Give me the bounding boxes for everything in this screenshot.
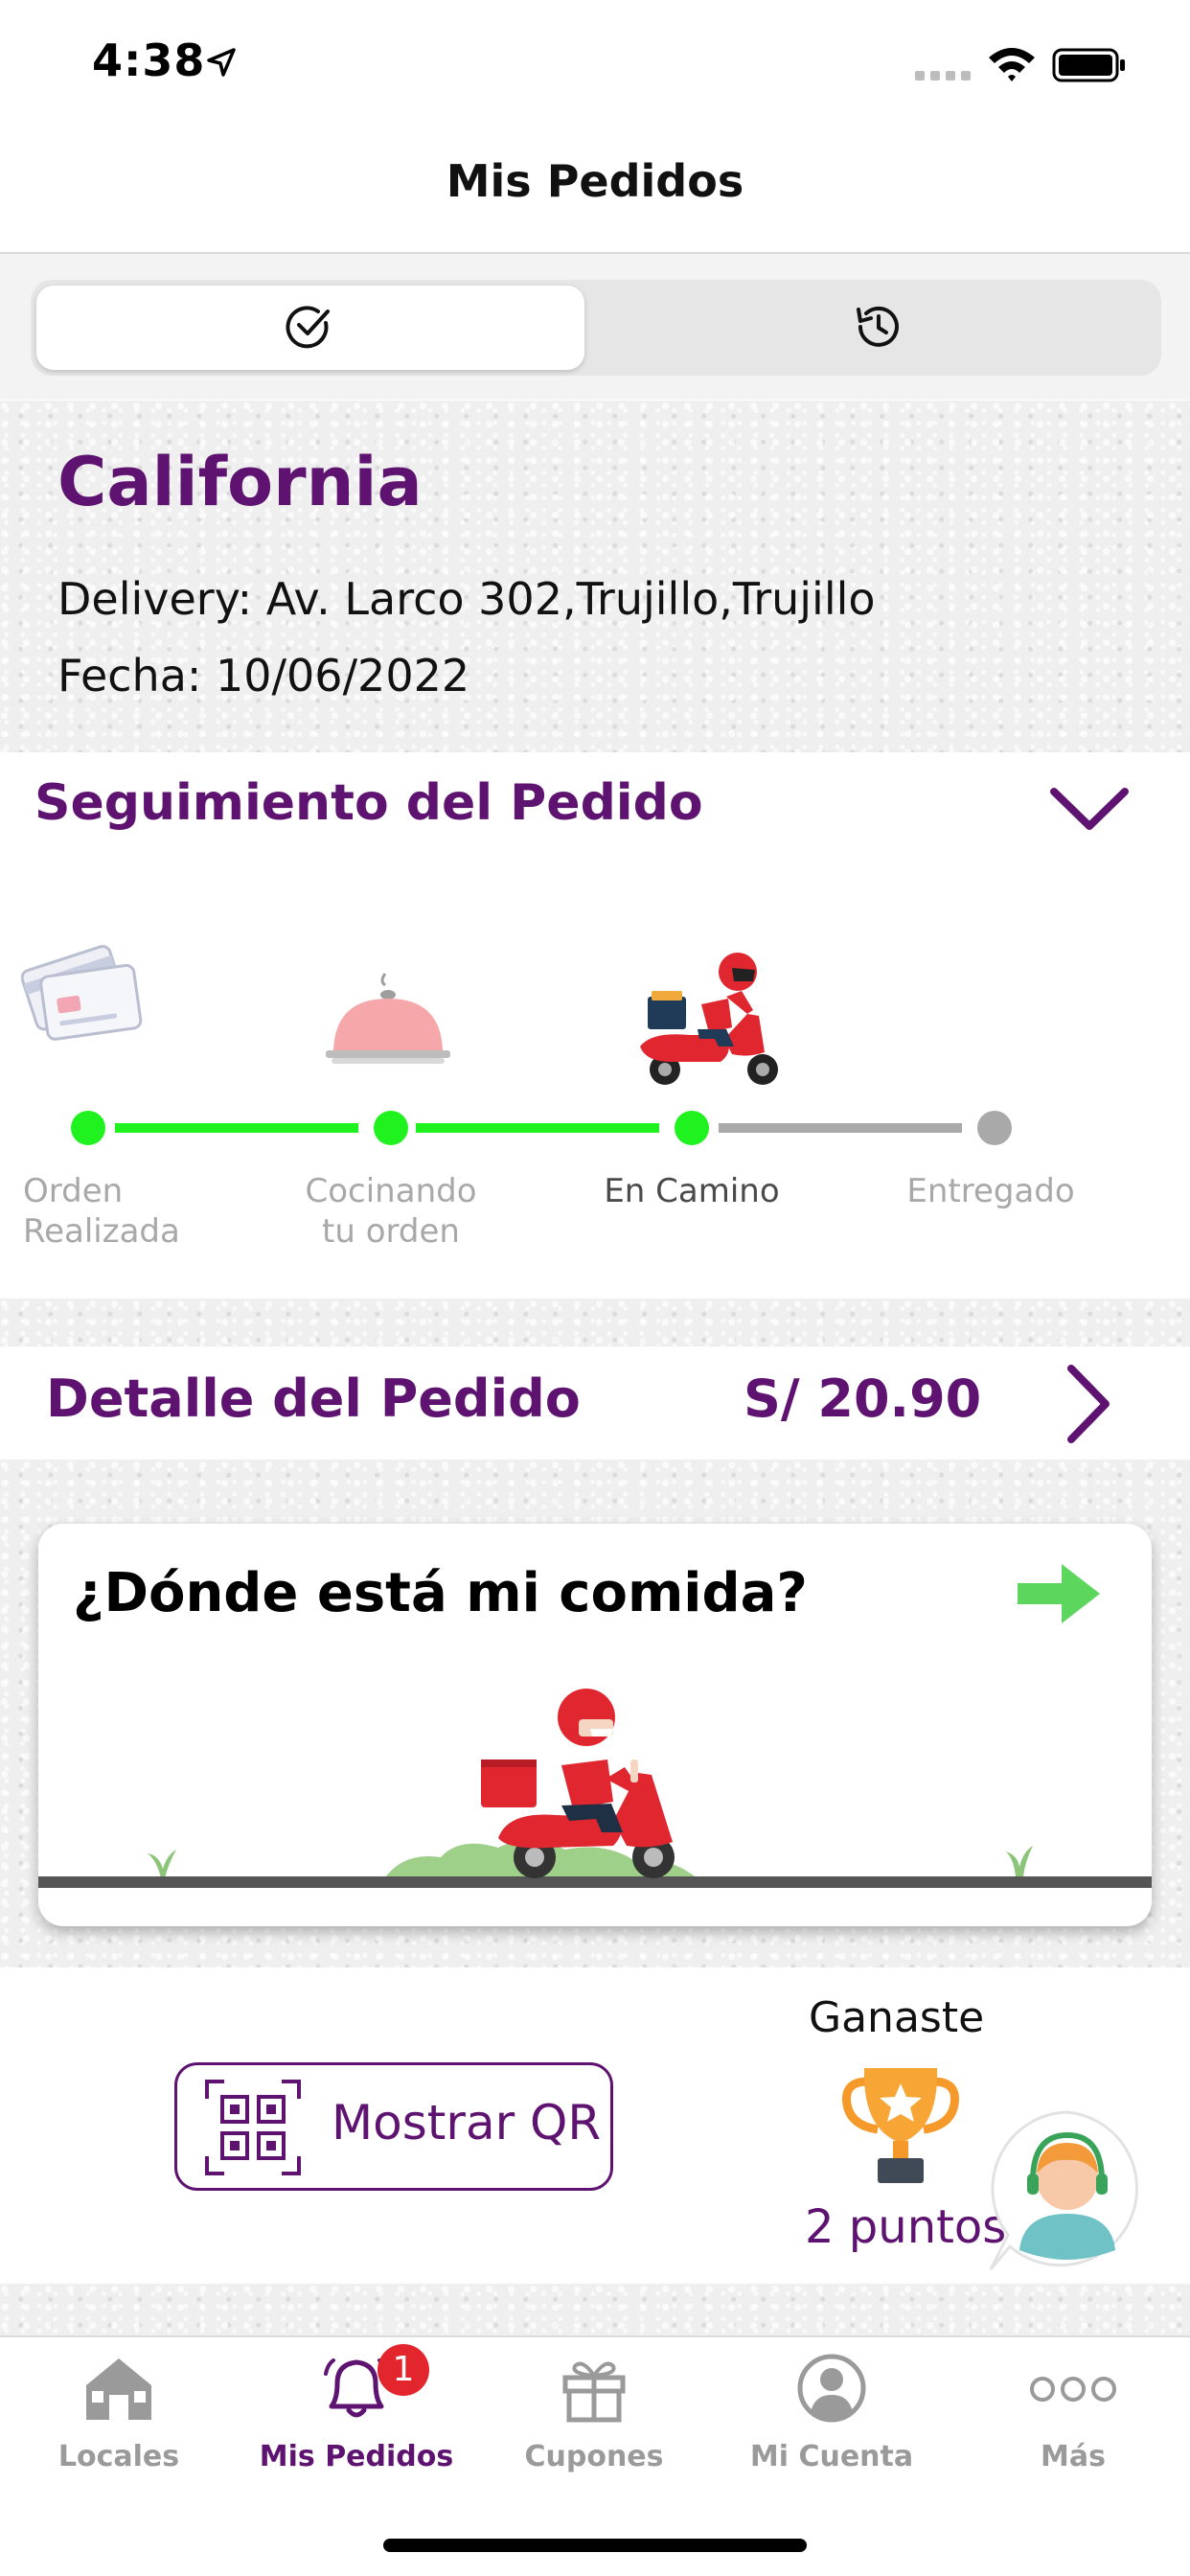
history-icon[interactable]	[853, 302, 903, 352]
tab-cupones[interactable]: Cupones	[479, 2440, 709, 2473]
food-cloche-icon	[326, 973, 450, 1064]
tab-mas[interactable]: Más	[958, 2440, 1188, 2473]
user-icon[interactable]	[793, 2353, 870, 2424]
tab-mis-pedidos[interactable]: Mis Pedidos	[241, 2440, 471, 2473]
status-time: 4:38	[92, 34, 206, 86]
progress-line-2	[416, 1123, 659, 1133]
step-label-line: En Camino	[604, 1172, 780, 1210]
battery-icon	[1052, 48, 1125, 82]
store-icon[interactable]	[80, 2353, 157, 2424]
credit-card-icon	[21, 945, 143, 1041]
arrow-right-icon[interactable]	[1014, 1560, 1104, 1627]
step-dot-2	[374, 1111, 408, 1145]
order-detail-title: Detalle del Pedido	[46, 1368, 581, 1429]
step-dot-1	[71, 1111, 105, 1145]
chevron-down-icon[interactable]	[1048, 784, 1131, 834]
step-label-on-the-way: En Camino	[596, 1171, 788, 1211]
page-title: Mis Pedidos	[446, 155, 744, 207]
tracking-title: Seguimiento del Pedido	[34, 774, 703, 832]
show-qr-label: Mostrar QR	[332, 2095, 602, 2150]
sprout-illustration	[148, 1850, 176, 1878]
order-total-price: S/ 20.90	[744, 1368, 982, 1429]
progress-line-3	[719, 1123, 962, 1133]
gift-icon[interactable]	[556, 2353, 632, 2424]
points-earned: 2 puntos	[805, 2200, 1007, 2254]
store-name: California	[57, 443, 423, 521]
notification-badge: 1	[378, 2344, 429, 2396]
support-agent-icon[interactable]	[985, 2106, 1150, 2275]
check-circle-icon	[286, 306, 330, 349]
food-card-title: ¿Dónde está mi comida?	[73, 1562, 808, 1624]
step-dot-4	[977, 1111, 1012, 1145]
home-indicator	[383, 2539, 807, 2552]
location-arrow-icon	[207, 48, 236, 77]
delivery-scooter-icon	[640, 953, 778, 1085]
delivery-rider-illustration	[481, 1689, 675, 1878]
rewards-title: Ganaste	[809, 1993, 985, 2042]
step-dot-3	[675, 1111, 709, 1145]
section-gap	[0, 1299, 1190, 1346]
trophy-icon	[841, 2068, 960, 2183]
tab-locales[interactable]: Locales	[4, 2440, 234, 2473]
step-label-line: Cocinando	[305, 1172, 477, 1210]
step-label-line: Orden	[23, 1172, 124, 1210]
sprout-illustration	[1006, 1846, 1033, 1876]
delivery-address: Delivery: Av. Larco 302,Trujillo,Trujill…	[57, 573, 876, 625]
qr-code-icon	[205, 2080, 301, 2175]
step-label-delivered: Entregado	[895, 1171, 1087, 1211]
signal-icon	[915, 71, 971, 80]
order-date: Fecha: 10/06/2022	[57, 650, 470, 702]
step-label-ordered: Orden Realizada	[23, 1171, 215, 1252]
wifi-icon	[989, 48, 1035, 81]
step-label-line: tu orden	[322, 1212, 460, 1251]
section-gap	[0, 2284, 1190, 2335]
chevron-right-icon[interactable]	[1064, 1363, 1113, 1445]
step-label-line: Realizada	[23, 1212, 180, 1251]
step-label-line: Entregado	[906, 1172, 1075, 1210]
tab-mi-cuenta[interactable]: Mi Cuenta	[717, 2440, 947, 2473]
progress-line-1	[115, 1123, 358, 1133]
more-icon[interactable]	[1029, 2353, 1117, 2424]
step-label-cooking: Cocinando tu orden	[295, 1171, 487, 1252]
